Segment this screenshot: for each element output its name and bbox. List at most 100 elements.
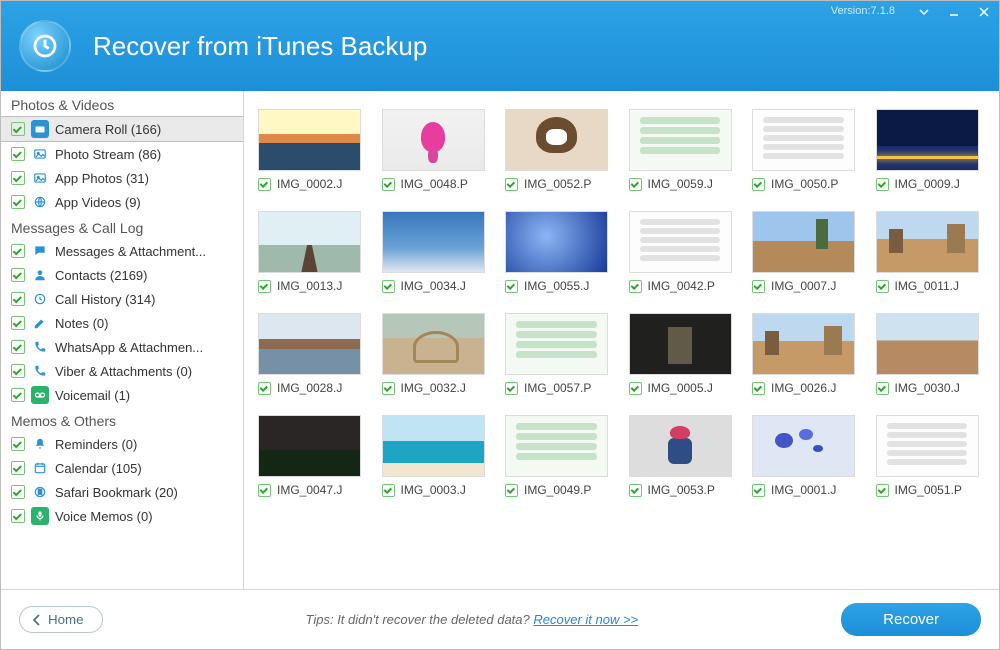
checkbox-icon[interactable]: [11, 268, 25, 282]
checkbox-icon[interactable]: [629, 382, 642, 395]
checkbox-icon[interactable]: [11, 147, 25, 161]
checkbox-icon[interactable]: [382, 382, 395, 395]
thumbnail[interactable]: IMG_0005.J: [629, 313, 732, 395]
checkbox-icon[interactable]: [876, 178, 889, 191]
thumbnail[interactable]: IMG_0028.J: [258, 313, 361, 395]
thumbnail[interactable]: IMG_0053.P: [629, 415, 732, 497]
checkbox-icon[interactable]: [752, 280, 765, 293]
sidebar-item[interactable]: Voice Memos (0): [1, 504, 243, 528]
thumbnail-image[interactable]: [258, 415, 361, 477]
thumbnail-image[interactable]: [505, 109, 608, 171]
sidebar-item[interactable]: Notes (0): [1, 311, 243, 335]
thumbnail-image[interactable]: [876, 211, 979, 273]
recover-now-link[interactable]: Recover it now >>: [533, 612, 638, 627]
checkbox-icon[interactable]: [876, 280, 889, 293]
checkbox-icon[interactable]: [382, 280, 395, 293]
home-button[interactable]: Home: [19, 606, 103, 633]
sidebar-item[interactable]: Calendar (105): [1, 456, 243, 480]
checkbox-icon[interactable]: [11, 485, 25, 499]
thumbnail[interactable]: IMG_0055.J: [505, 211, 608, 293]
thumbnail-image[interactable]: [876, 109, 979, 171]
checkbox-icon[interactable]: [11, 461, 25, 475]
checkbox-icon[interactable]: [11, 292, 25, 306]
checkbox-icon[interactable]: [11, 195, 25, 209]
checkbox-icon[interactable]: [505, 484, 518, 497]
checkbox-icon[interactable]: [11, 244, 25, 258]
close-button[interactable]: [969, 1, 999, 23]
thumbnail[interactable]: IMG_0052.P: [505, 109, 608, 191]
thumbnail-image[interactable]: [382, 415, 485, 477]
checkbox-icon[interactable]: [505, 382, 518, 395]
checkbox-icon[interactable]: [11, 437, 25, 451]
sidebar-item[interactable]: WhatsApp & Attachmen...: [1, 335, 243, 359]
thumbnail[interactable]: IMG_0047.J: [258, 415, 361, 497]
thumbnail-image[interactable]: [258, 109, 361, 171]
thumbnail[interactable]: IMG_0009.J: [876, 109, 979, 191]
thumbnail-image[interactable]: [505, 211, 608, 273]
checkbox-icon[interactable]: [876, 484, 889, 497]
checkbox-icon[interactable]: [11, 316, 25, 330]
dropdown-button[interactable]: [909, 1, 939, 23]
thumbnail[interactable]: IMG_0011.J: [876, 211, 979, 293]
thumbnail-image[interactable]: [382, 313, 485, 375]
checkbox-icon[interactable]: [11, 122, 25, 136]
sidebar-item[interactable]: Contacts (2169): [1, 263, 243, 287]
thumbnail[interactable]: IMG_0026.J: [752, 313, 855, 395]
thumbnail-image[interactable]: [258, 313, 361, 375]
checkbox-icon[interactable]: [258, 280, 271, 293]
thumbnail-image[interactable]: [382, 109, 485, 171]
thumbnail[interactable]: IMG_0048.P: [382, 109, 485, 191]
checkbox-icon[interactable]: [258, 382, 271, 395]
checkbox-icon[interactable]: [505, 178, 518, 191]
thumbnail[interactable]: IMG_0007.J: [752, 211, 855, 293]
thumbnail-image[interactable]: [752, 313, 855, 375]
thumbnail[interactable]: IMG_0059.J: [629, 109, 732, 191]
thumbnail[interactable]: IMG_0042.P: [629, 211, 732, 293]
thumbnail[interactable]: IMG_0003.J: [382, 415, 485, 497]
thumbnail-image[interactable]: [629, 211, 732, 273]
checkbox-icon[interactable]: [752, 382, 765, 395]
checkbox-icon[interactable]: [752, 178, 765, 191]
checkbox-icon[interactable]: [629, 178, 642, 191]
minimize-button[interactable]: [939, 1, 969, 23]
checkbox-icon[interactable]: [382, 484, 395, 497]
checkbox-icon[interactable]: [629, 280, 642, 293]
checkbox-icon[interactable]: [11, 509, 25, 523]
checkbox-icon[interactable]: [11, 364, 25, 378]
thumbnail[interactable]: IMG_0034.J: [382, 211, 485, 293]
checkbox-icon[interactable]: [258, 484, 271, 497]
checkbox-icon[interactable]: [505, 280, 518, 293]
thumbnail-image[interactable]: [258, 211, 361, 273]
thumbnail[interactable]: IMG_0013.J: [258, 211, 361, 293]
sidebar-item[interactable]: Messages & Attachment...: [1, 239, 243, 263]
checkbox-icon[interactable]: [11, 388, 25, 402]
sidebar-item[interactable]: Camera Roll (166): [1, 116, 243, 142]
thumbnail[interactable]: IMG_0049.P: [505, 415, 608, 497]
thumbnail-image[interactable]: [876, 313, 979, 375]
sidebar-item[interactable]: App Photos (31): [1, 166, 243, 190]
sidebar-item[interactable]: Safari Bookmark (20): [1, 480, 243, 504]
checkbox-icon[interactable]: [11, 340, 25, 354]
checkbox-icon[interactable]: [382, 178, 395, 191]
checkbox-icon[interactable]: [876, 382, 889, 395]
sidebar-item[interactable]: Reminders (0): [1, 432, 243, 456]
thumbnail[interactable]: IMG_0030.J: [876, 313, 979, 395]
thumbnail-image[interactable]: [629, 313, 732, 375]
thumbnail-image[interactable]: [629, 415, 732, 477]
thumbnail-image[interactable]: [505, 313, 608, 375]
thumbnail[interactable]: IMG_0032.J: [382, 313, 485, 395]
thumbnail-image[interactable]: [752, 109, 855, 171]
thumbnail[interactable]: IMG_0057.P: [505, 313, 608, 395]
checkbox-icon[interactable]: [752, 484, 765, 497]
thumbnail[interactable]: IMG_0001.J: [752, 415, 855, 497]
sidebar-item[interactable]: Viber & Attachments (0): [1, 359, 243, 383]
checkbox-icon[interactable]: [629, 484, 642, 497]
checkbox-icon[interactable]: [11, 171, 25, 185]
thumbnail[interactable]: IMG_0050.P: [752, 109, 855, 191]
thumbnail-image[interactable]: [629, 109, 732, 171]
sidebar-item[interactable]: Voicemail (1): [1, 383, 243, 407]
thumbnail-image[interactable]: [382, 211, 485, 273]
sidebar-item[interactable]: Call History (314): [1, 287, 243, 311]
sidebar-item[interactable]: Photo Stream (86): [1, 142, 243, 166]
thumbnail[interactable]: IMG_0051.P: [876, 415, 979, 497]
